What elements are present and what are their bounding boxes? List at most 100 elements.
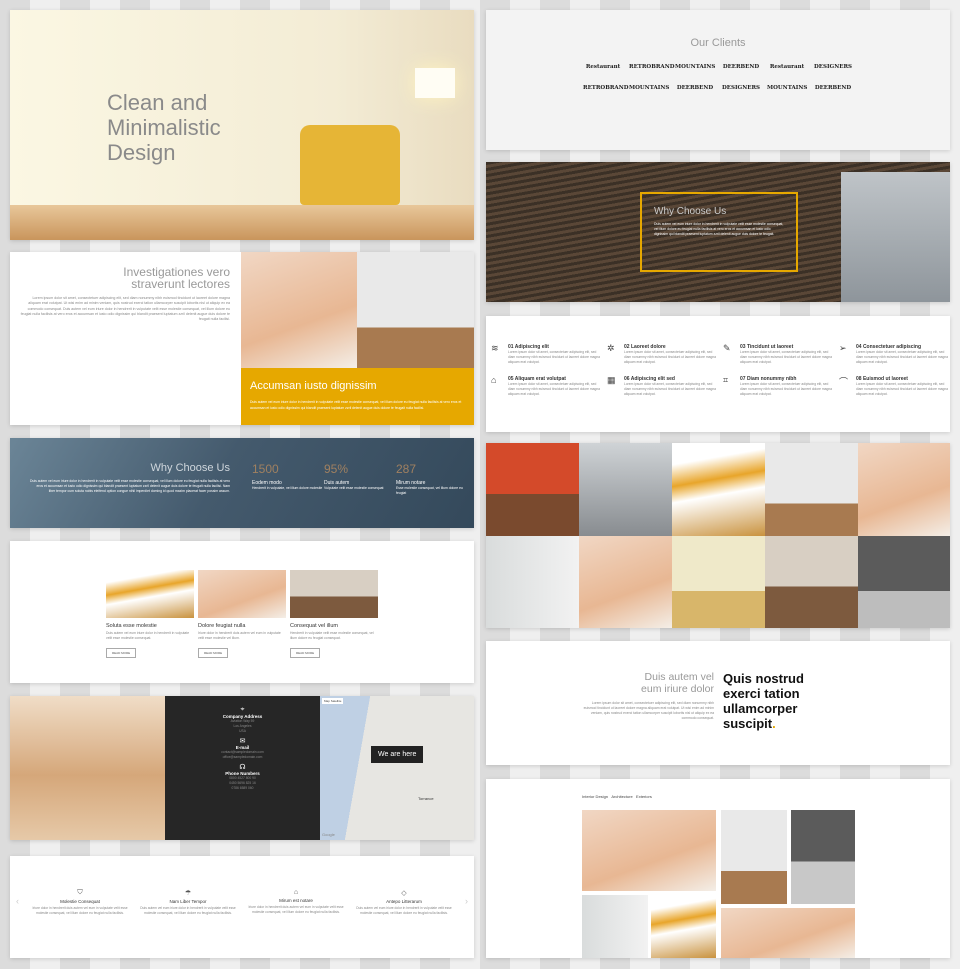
client-logo: DEERBEND [814, 85, 852, 91]
tab-exteriors[interactable]: Exteriors [636, 794, 652, 799]
map-tab[interactable]: Map [324, 699, 330, 703]
gallery-image[interactable] [486, 443, 579, 536]
quote-title-line: eum iriure dolor [641, 683, 714, 695]
accent-dot: . [772, 716, 776, 731]
tab-interior-design[interactable]: Interior Design [582, 794, 608, 799]
headset-icon: ☊ [239, 764, 246, 771]
clients-title: Our Clients [690, 37, 746, 49]
client-logo: MOUNTAINS [675, 64, 716, 70]
stat-text: Vulputate velit esse molestie consequat [324, 486, 384, 490]
map-tab[interactable]: Satellite [331, 699, 342, 703]
gallery-image[interactable] [486, 536, 579, 628]
service-card: Dolore feugiat nulla Iriure dolor in hend… [198, 570, 286, 659]
location-icon: ⌖ [240, 706, 245, 713]
carousel-item: ⛉ Molestie Consequat Iriure dolor in hendr… [32, 889, 128, 916]
carousel-title: Nam Liber Tempor [169, 899, 207, 904]
stat-text: Esse molestie consequat, vel illum dolor… [396, 486, 463, 495]
map-marker-label: We are here [371, 746, 424, 763]
client-logo: Restaurant [769, 64, 805, 70]
stat-value: 95% [324, 462, 349, 476]
map-attribution: Google [322, 832, 335, 837]
portfolio-image[interactable] [721, 810, 787, 904]
feature-item: ▦ 06 Adipiscing elit sed Lorem ipsum dolor… [607, 375, 734, 397]
portfolio-image[interactable] [651, 895, 716, 958]
client-logos: Restaurant RETROBRANDMOUNTAINS DEERBEND Res… [568, 55, 868, 97]
service-image [106, 570, 194, 618]
feature-item: ✲ 02 Laoreet dolore Lorem ipsum dolor sit … [607, 343, 734, 365]
carousel-title: Mirum est notare [279, 898, 313, 903]
quote-body: Lorem ipsum dolor sit amet, consectetuer… [583, 701, 714, 720]
tab-architecture[interactable]: Architecture [611, 794, 632, 799]
gallery-image[interactable] [672, 443, 765, 536]
why-choose-dark-section: Why Choose Us Duis autem vel eum iriure … [486, 162, 950, 302]
feature-text: Lorem ipsum dolor sit amet, consectetuer… [856, 382, 948, 396]
gallery-image[interactable] [579, 536, 672, 628]
client-logo: DEERBEND [722, 64, 760, 70]
quote-bold: Quis nostrud exerci tation ullamcorper s… [723, 671, 823, 731]
hero-title-line: Minimalistic [107, 115, 221, 140]
gallery-image[interactable] [765, 536, 858, 628]
send-icon: ➢ [839, 343, 847, 353]
why-title: Why Choose Us [150, 462, 230, 474]
gallery-image[interactable] [672, 536, 765, 628]
stat: 287 Mirum notare Esse molestie consequat, … [396, 462, 468, 496]
map[interactable]: Map Satellite We are here Torrance Googl… [320, 696, 474, 840]
carousel-text: Duis autem vel eum iriure dolor in hendr… [356, 906, 452, 915]
chevron-right-icon[interactable]: › [465, 896, 468, 906]
client-logo: MOUNTAINS [629, 85, 670, 91]
portfolio-image[interactable] [582, 895, 648, 958]
client-logo: RETROBRAND [583, 85, 629, 91]
service-card: Consequat vel illum Hendrerit in vulputat… [290, 570, 378, 659]
office-image [241, 252, 357, 368]
office-desk-image [10, 696, 165, 840]
read-more-button[interactable]: READ MORE [290, 648, 321, 658]
quote-title: Duis autem vel eum iriure dolor [582, 671, 714, 695]
quote-bold-text: Quis nostrud exerci tation ullamcorper s… [723, 671, 804, 731]
diamond-icon: ◇ [401, 890, 407, 897]
feature-text: Lorem ipsum dolor sit amet, consectetuer… [624, 382, 716, 396]
accent-body: Duis autem vel eum iriure dolor in hendr… [250, 400, 462, 410]
portfolio-section: Interior Design Architecture Exteriors [486, 779, 950, 958]
read-more-button[interactable]: READ MORE [198, 648, 229, 658]
why-dark-title: Why Choose Us [654, 206, 727, 217]
service-card: Soluta esse molestie Duis autem vel eum i… [106, 570, 194, 659]
features-section: ≋ 01 Adipiscing elit Lorem ipsum dolor sit… [486, 316, 950, 432]
service-text: Hendrerit in vulputate velit esse molest… [290, 631, 374, 640]
home-icon: ⌂ [293, 889, 299, 896]
chevron-left-icon[interactable]: ‹ [16, 896, 19, 906]
carousel-item: ⌂ Mirum est notare Iriure dolor in hendrer… [248, 889, 344, 915]
layers-icon: ≋ [491, 343, 499, 353]
email-link[interactable]: office@sampledomain.com [165, 755, 320, 760]
accent-title: Accumsan iusto dignissim [250, 380, 377, 392]
carousel-section: ‹ › ⛉ Molestie Consequat Iriure dolor in h… [10, 856, 474, 958]
why-body: Duis autem vel eum iriure dolor in hendr… [30, 479, 230, 494]
gallery-image[interactable] [858, 536, 950, 628]
intro-body: Lorem ipsum dolor sit amet, consectetuer… [20, 296, 230, 322]
chair-image [300, 125, 400, 205]
feature-text: Lorem ipsum dolor sit amet, consectetuer… [856, 350, 948, 364]
umbrella-icon: ☂ [184, 890, 192, 897]
portfolio-tabs: Interior Design Architecture Exteriors [582, 794, 652, 799]
pin-icon: ✲ [607, 343, 615, 353]
gallery-image[interactable] [579, 443, 672, 536]
read-more-button[interactable]: READ MORE [106, 648, 137, 658]
phone-number: 0786 6589 060 [231, 786, 254, 790]
portfolio-image[interactable] [721, 908, 855, 958]
service-image [290, 570, 378, 618]
feature-item: ≋ 01 Adipiscing elit Lorem ipsum dolor sit… [491, 343, 618, 365]
mail-icon: ✉ [239, 738, 246, 745]
feature-text: Lorem ipsum dolor sit amet, consectetuer… [508, 350, 600, 364]
portfolio-image[interactable] [791, 810, 855, 904]
client-logo: RETROBRAND [629, 64, 675, 70]
crop-icon: ⌗ [723, 375, 729, 385]
stat-value: 287 [396, 462, 417, 476]
hero-title-line: Clean and [107, 90, 208, 115]
badge-icon: ⛉ [77, 889, 83, 896]
contact-section: ⌖ Company Address Aviation Way 59 Los Ang… [10, 696, 474, 840]
portfolio-image[interactable] [582, 810, 716, 891]
gallery-image[interactable] [765, 443, 858, 536]
client-logo: DESIGNERS [814, 64, 852, 70]
service-title: Consequat vel illum [290, 623, 338, 629]
contact-info: ⌖ Company Address Aviation Way 59 Los Ang… [165, 696, 320, 840]
gallery-image[interactable] [858, 443, 950, 536]
